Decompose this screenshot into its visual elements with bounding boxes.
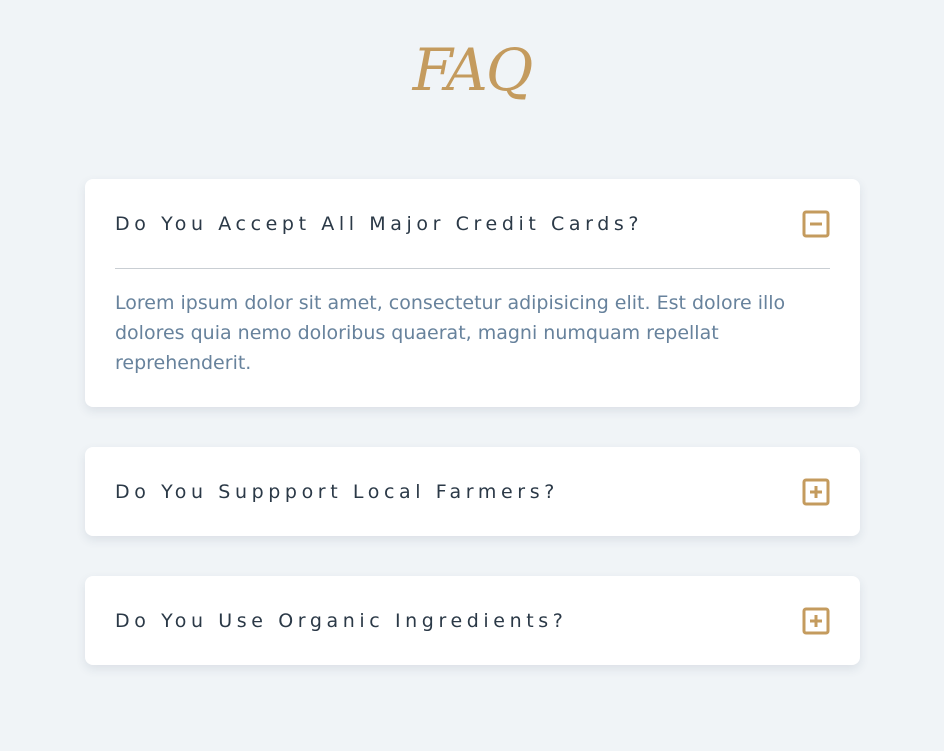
page-title: FAQ — [412, 36, 534, 104]
minus-square-icon[interactable] — [802, 210, 830, 238]
faq-question: Do You Use Organic Ingredients? — [115, 609, 568, 632]
faq-list: Do You Accept All Major Credit Cards? Lo… — [85, 179, 860, 705]
plus-square-icon[interactable] — [802, 607, 830, 635]
faq-question: Do You Suppport Local Farmers? — [115, 480, 559, 503]
faq-item: Do You Suppport Local Farmers? — [85, 447, 860, 536]
plus-square-icon[interactable] — [802, 478, 830, 506]
faq-item-header[interactable]: Do You Accept All Major Credit Cards? — [115, 179, 830, 268]
faq-item-header[interactable]: Do You Suppport Local Farmers? — [115, 447, 830, 536]
faq-question: Do You Accept All Major Credit Cards? — [115, 212, 644, 235]
faq-item-header[interactable]: Do You Use Organic Ingredients? — [115, 576, 830, 665]
faq-answer: Lorem ipsum dolor sit amet, consectetur … — [115, 292, 786, 374]
faq-item: Do You Use Organic Ingredients? — [85, 576, 860, 665]
faq-item: Do You Accept All Major Credit Cards? Lo… — [85, 179, 860, 407]
